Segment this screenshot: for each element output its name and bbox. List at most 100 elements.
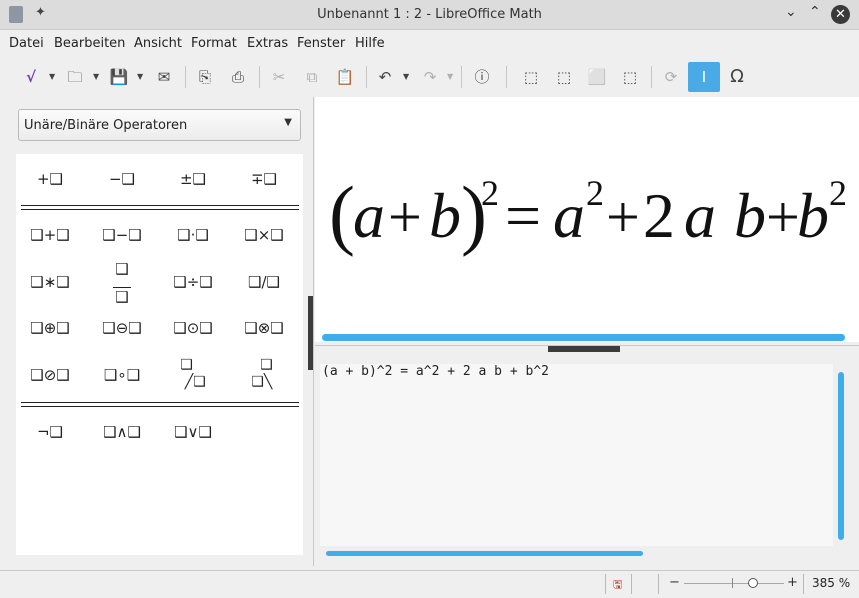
status-separator (605, 574, 606, 594)
formula-var-a: a (353, 180, 385, 251)
redo-icon[interactable]: ↷ (418, 62, 442, 92)
menu-ansicht[interactable]: Ansicht (134, 36, 182, 51)
op-slash[interactable]: ❑/❑ (248, 273, 280, 291)
zoom-slider-center-mark (732, 578, 733, 588)
chevron-down-icon[interactable]: ▼ (403, 62, 409, 92)
editor-splitter[interactable] (315, 345, 859, 352)
op-wide-slash[interactable]: ❑ ╱❑ (180, 357, 205, 391)
menu-bearbeiten[interactable]: Bearbeiten (54, 36, 125, 51)
undo-icon[interactable]: ↶ (373, 62, 397, 92)
window-title: Unbenannt 1 : 2 - LibreOffice Math (317, 7, 542, 22)
panel-resize-handle[interactable] (308, 296, 313, 370)
op-addition[interactable]: ❑+❑ (30, 226, 69, 244)
zoom-slider-track[interactable] (684, 583, 784, 584)
formula-exponent: 2 (829, 173, 847, 213)
zoom-out-button[interactable]: − (669, 575, 680, 590)
op-multiplication-dot[interactable]: ❑·❑ (177, 226, 209, 244)
close-icon[interactable]: ✕ (831, 5, 850, 24)
copy-icon[interactable]: ⧉ (300, 62, 324, 92)
chevron-down-icon: ▼ (284, 117, 292, 128)
op-boolean-or[interactable]: ❑∨❑ (174, 423, 212, 441)
formula-var-b: b (797, 180, 829, 251)
op-minus-plus[interactable]: ∓❑ (251, 170, 277, 188)
op-circled-times[interactable]: ❑⊗❑ (244, 319, 283, 337)
op-wide-backslash[interactable]: ❑ ❑╲ (251, 357, 276, 391)
standard-toolbar: √ ▼ 🗀 ▼ 💾 ▼ ✉ ⎘ ⎙ ✂ ⧉ 📋 ↶ ▼ ↷ ▼ ⓘ ⬚ ⬚ ⬜ … (0, 58, 859, 96)
chevron-down-icon[interactable]: ▼ (137, 62, 143, 92)
formula-icon[interactable]: √ (19, 62, 43, 92)
paste-icon[interactable]: 📋 (333, 62, 357, 92)
formula-preview[interactable]: ( a + b ) 2 = a 2 + 2 a b + b 2 (315, 97, 859, 342)
open-folder-icon[interactable]: 🗀 (63, 62, 87, 92)
op-composition[interactable]: ❑∘❑ (104, 366, 140, 384)
email-icon[interactable]: ✉ (151, 62, 177, 92)
zoom-level[interactable]: 385 % (812, 576, 850, 590)
menu-format[interactable]: Format (191, 36, 237, 51)
zoom-slider-handle[interactable] (748, 578, 758, 588)
show-all-icon[interactable]: ⬜ (584, 62, 610, 92)
zoom-in-button[interactable]: + (787, 575, 798, 590)
formula-number-two: 2 (643, 180, 675, 251)
op-division[interactable]: ❑÷❑ (173, 273, 212, 291)
export-pdf-icon[interactable]: ⎘ (193, 62, 217, 92)
info-icon[interactable]: ⓘ (470, 62, 494, 92)
formula-lparen: ( (329, 170, 355, 257)
op-circled-minus[interactable]: ❑⊖❑ (102, 319, 141, 337)
category-label: Unäre/Binäre Operatoren (24, 118, 188, 133)
chevron-down-icon[interactable]: ▼ (93, 62, 99, 92)
op-fraction[interactable]: ❑ ❑ (113, 262, 131, 305)
group-divider (21, 205, 299, 210)
group-divider (21, 402, 299, 407)
formula-exponent: 2 (481, 173, 499, 213)
elements-panel: Unäre/Binäre Operatoren ▼ +❑ −❑ ±❑ ∓❑ ❑+… (0, 97, 313, 566)
op-boolean-and[interactable]: ❑∧❑ (103, 423, 141, 441)
op-subtraction[interactable]: ❑−❑ (102, 226, 141, 244)
editor-horizontal-scrollbar[interactable] (326, 551, 643, 556)
splitter-grip[interactable] (548, 346, 620, 352)
menu-bar: Datei Bearbeiten Ansicht Format Extras F… (0, 30, 859, 57)
menu-extras[interactable]: Extras (247, 36, 288, 51)
zoom-out-icon[interactable]: ⬚ (551, 62, 577, 92)
save-icon[interactable]: 💾 (107, 62, 131, 92)
toolbar-separator (366, 66, 367, 88)
formula-var-a: a (553, 180, 585, 251)
formula-plus: + (388, 184, 422, 250)
menu-datei[interactable]: Datei (9, 36, 44, 51)
status-bar: 🖫 − + 385 % (0, 570, 859, 598)
op-plus-minus[interactable]: ±❑ (180, 170, 206, 188)
zoom-in-icon[interactable]: ⬚ (518, 62, 544, 92)
formula-var-a: a (684, 180, 716, 251)
symbols-icon[interactable]: Ω (724, 62, 750, 92)
menu-hilfe[interactable]: Hilfe (355, 36, 385, 51)
op-circled-dot[interactable]: ❑⊙❑ (173, 319, 212, 337)
op-multiplication-star[interactable]: ❑∗❑ (30, 273, 69, 291)
editor-vertical-scrollbar[interactable] (838, 372, 844, 540)
chevron-down-icon[interactable]: ▼ (49, 62, 55, 92)
update-icon[interactable]: ⟳ (658, 62, 684, 92)
op-circled-plus[interactable]: ❑⊕❑ (30, 319, 69, 337)
document-modified-icon[interactable]: 🖫 (613, 576, 622, 595)
chevron-down-icon[interactable]: ▼ (447, 62, 453, 92)
print-icon[interactable]: ⎙ (226, 62, 250, 92)
operator-grid: +❑ −❑ ±❑ ∓❑ ❑+❑ ❑−❑ ❑·❑ ❑×❑ ❑∗❑ ❑ ❑ ❑÷❑ ❑… (16, 154, 303, 555)
minimize-icon[interactable]: ⌄ (785, 4, 797, 20)
op-positive[interactable]: +❑ (37, 170, 63, 188)
op-circled-slash[interactable]: ❑⊘❑ (30, 366, 69, 384)
formula-var-b: b (734, 180, 766, 251)
category-dropdown[interactable]: Unäre/Binäre Operatoren ▼ (18, 109, 301, 141)
op-negative[interactable]: −❑ (109, 170, 135, 188)
fit-icon[interactable]: ⬚ (617, 62, 643, 92)
formula-command-editor[interactable]: (a + b)^2 = a^2 + 2 a b + b^2 (320, 364, 833, 546)
menu-fenster[interactable]: Fenster (297, 36, 345, 51)
formula-source-text[interactable]: (a + b)^2 = a^2 + 2 a b + b^2 (322, 364, 549, 379)
cut-icon[interactable]: ✂ (267, 62, 291, 92)
op-boolean-not[interactable]: ¬❑ (37, 423, 63, 441)
formula-cursor-icon[interactable]: I (688, 62, 720, 92)
status-separator (658, 574, 659, 594)
formula-plus: + (766, 184, 800, 250)
formula-exponent: 2 (586, 173, 604, 213)
toolbar-separator (461, 66, 462, 88)
maximize-icon[interactable]: ⌃ (809, 4, 821, 20)
preview-horizontal-scrollbar[interactable] (322, 334, 845, 341)
op-multiplication-x[interactable]: ❑×❑ (244, 226, 283, 244)
